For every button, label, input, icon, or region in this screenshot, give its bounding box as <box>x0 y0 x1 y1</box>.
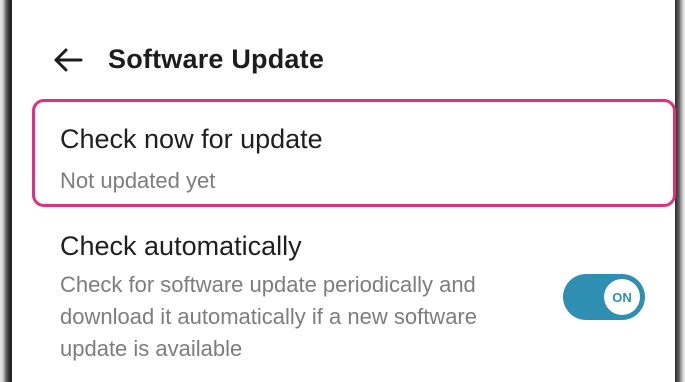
check-automatically-title: Check automatically <box>60 231 302 261</box>
toggle-label: ON <box>612 289 632 305</box>
check-now-status: Not updated yet <box>60 168 216 193</box>
app-header: Software Update <box>12 30 675 90</box>
check-automatically-description: Check for software update periodically a… <box>60 272 477 361</box>
toggle-knob: ON <box>604 279 640 315</box>
phone-bezel-right <box>675 0 685 382</box>
check-automatically-item[interactable]: Check automatically Check for software u… <box>60 230 530 365</box>
phone-frame: Software Update Check now for update Not… <box>0 0 685 382</box>
software-update-screen: Software Update Check now for update Not… <box>12 0 676 382</box>
auto-update-toggle[interactable]: ON <box>563 274 645 320</box>
check-now-title: Check now for update <box>60 124 323 154</box>
back-button[interactable] <box>52 44 84 76</box>
check-now-item[interactable]: Check now for update Not updated yet <box>60 123 323 197</box>
page-title: Software Update <box>108 44 325 74</box>
arrow-left-icon <box>54 48 83 72</box>
phone-bezel-left <box>0 0 12 382</box>
